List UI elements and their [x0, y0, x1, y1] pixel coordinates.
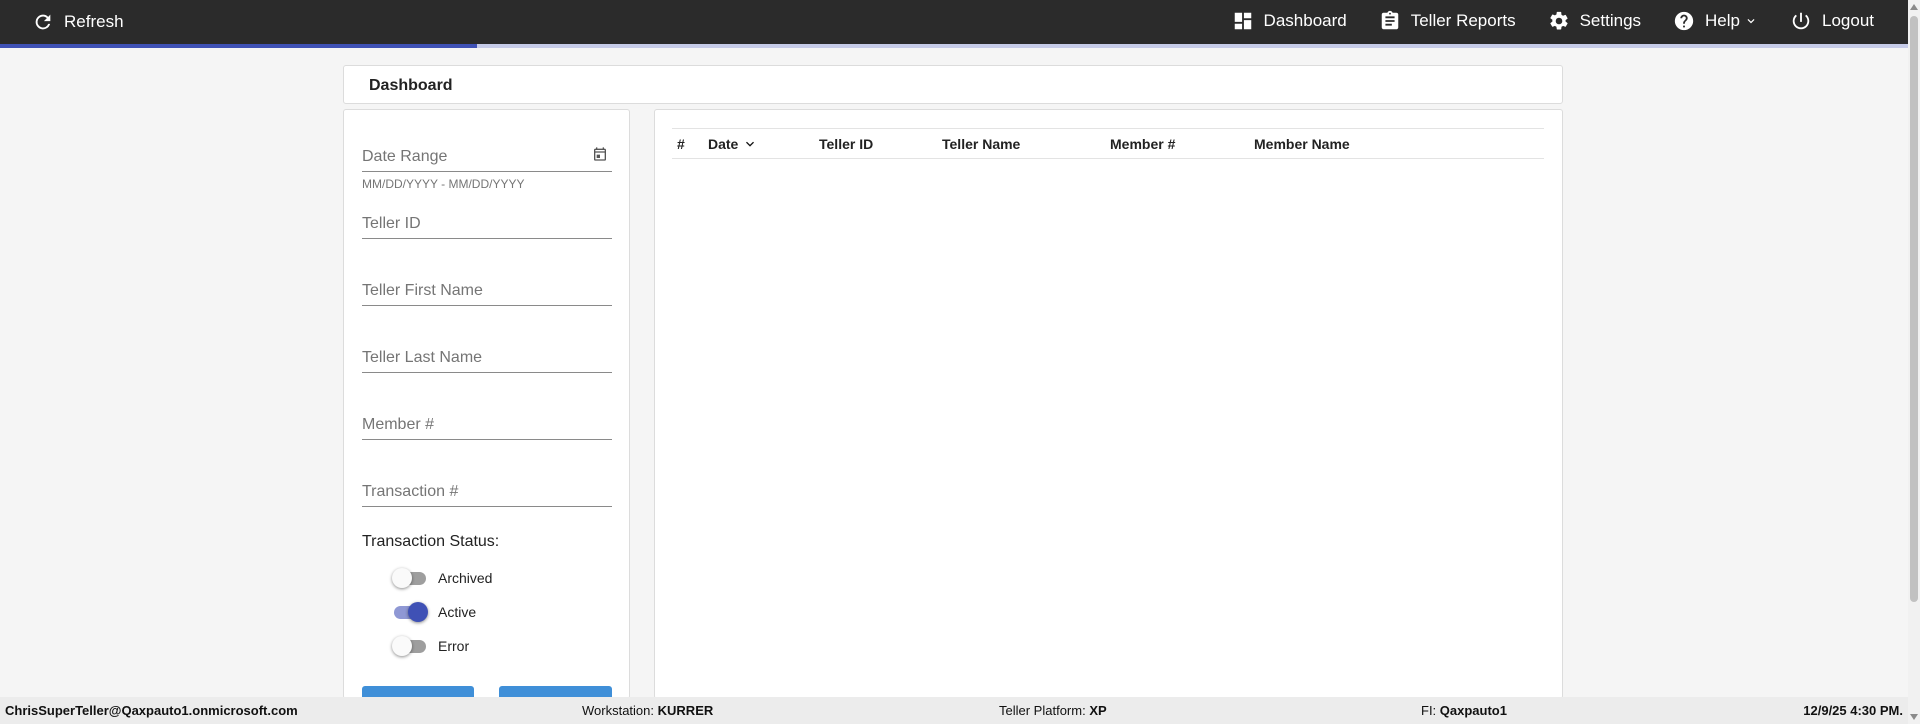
nav-teller-reports-label: Teller Reports	[1410, 11, 1516, 30]
column-member-name-label: Member Name	[1254, 136, 1350, 152]
footer-platform: Teller Platform: XP	[999, 703, 1107, 718]
page-scrollbar[interactable]	[1908, 0, 1920, 724]
status-toggle-active[interactable]: Active	[392, 602, 476, 622]
archived-switch[interactable]	[392, 568, 428, 588]
column-header-teller-id[interactable]: Teller ID	[819, 136, 873, 152]
status-toggle-archived[interactable]: Archived	[392, 568, 492, 588]
active-switch[interactable]	[392, 602, 428, 622]
member-number-label: Member #	[362, 416, 435, 433]
loading-progress-fill	[0, 44, 477, 48]
transaction-number-field[interactable]: Transaction #	[362, 479, 612, 507]
refresh-button[interactable]: Refresh	[32, 11, 124, 33]
top-navigation-bar: Refresh Dashboard Teller Reports Setting…	[0, 0, 1908, 44]
footer-user: ChrisSuperTeller@Qaxpauto1.onmicrosoft.c…	[5, 703, 298, 718]
column-header-teller-name[interactable]: Teller Name	[942, 136, 1020, 152]
dashboard-icon	[1234, 12, 1251, 30]
nav-dashboard-label: Dashboard	[1263, 11, 1347, 30]
main-nav: Dashboard Teller Reports Settings Help L…	[1232, 10, 1874, 32]
member-number-field[interactable]: Member #	[362, 412, 612, 440]
scroll-up-arrow[interactable]	[1910, 4, 1918, 10]
transaction-number-label: Transaction #	[362, 483, 459, 500]
nav-settings-label: Settings	[1579, 11, 1642, 30]
column-header-member-number[interactable]: Member #	[1110, 136, 1175, 152]
footer-workstation: Workstation: KURRER	[582, 703, 714, 718]
error-label: Error	[438, 638, 470, 654]
table-header: # Date Teller ID Teller Name Member # Me…	[672, 128, 1544, 159]
refresh-icon	[35, 14, 51, 30]
loading-progress-bar	[0, 44, 1908, 48]
archived-label: Archived	[438, 570, 493, 586]
status-toggle-error[interactable]: Error	[392, 636, 469, 656]
page-title-card: Dashboard	[343, 65, 1563, 104]
refresh-label: Refresh	[64, 12, 124, 31]
help-circle-icon	[1674, 11, 1694, 31]
chevron-down-icon	[1747, 19, 1755, 24]
status-footer: ChrisSuperTeller@Qaxpauto1.onmicrosoft.c…	[0, 697, 1908, 724]
transaction-status-label: Transaction Status:	[362, 533, 500, 550]
nav-help-label: Help	[1705, 11, 1740, 30]
nav-dashboard[interactable]: Dashboard	[1232, 10, 1347, 32]
scroll-thumb[interactable]	[1910, 16, 1918, 602]
teller-id-field[interactable]: Teller ID	[362, 211, 612, 239]
nav-teller-reports[interactable]: Teller Reports	[1379, 10, 1516, 32]
gear-icon	[1549, 11, 1568, 30]
teller-id-label: Teller ID	[362, 215, 421, 232]
active-label: Active	[438, 604, 477, 620]
date-range-label: Date Range	[362, 148, 448, 165]
filter-panel: Date Range MM/DD/YYYY - MM/DD/YYYY Telle…	[343, 109, 630, 699]
column-header-number[interactable]: #	[677, 136, 685, 152]
sort-descending-icon	[746, 141, 755, 147]
teller-last-name-field[interactable]: Teller Last Name	[362, 345, 612, 373]
column-teller-name-label: Teller Name	[942, 136, 1021, 152]
column-teller-id-label: Teller ID	[819, 136, 874, 152]
power-icon	[1792, 12, 1810, 30]
column-member-number-label: Member #	[1110, 136, 1176, 152]
teller-first-name-label: Teller First Name	[362, 282, 483, 299]
date-range-hint: MM/DD/YYYY - MM/DD/YYYY	[362, 177, 525, 191]
footer-fi: FI: Qaxpauto1	[1421, 703, 1507, 718]
column-header-date[interactable]: Date	[708, 136, 758, 152]
nav-logout-label: Logout	[1822, 11, 1874, 30]
nav-logout[interactable]: Logout	[1790, 10, 1874, 32]
nav-settings[interactable]: Settings	[1548, 10, 1641, 32]
column-number-label: #	[677, 136, 685, 152]
scroll-down-arrow[interactable]	[1910, 714, 1918, 720]
date-range-field[interactable]: Date Range	[362, 144, 612, 172]
calendar-icon[interactable]	[592, 146, 608, 167]
footer-datetime: 12/9/25 4:30 PM.	[1803, 703, 1903, 718]
page-title: Dashboard	[369, 77, 453, 94]
teller-first-name-field[interactable]: Teller First Name	[362, 278, 612, 306]
error-switch[interactable]	[392, 636, 428, 656]
nav-help[interactable]: Help	[1673, 10, 1758, 32]
column-header-member-name[interactable]: Member Name	[1254, 136, 1350, 152]
results-table-card: # Date Teller ID Teller Name Member # Me…	[654, 109, 1563, 699]
column-date-label: Date	[708, 136, 739, 152]
clipboard-icon	[1381, 10, 1398, 30]
teller-last-name-label: Teller Last Name	[362, 349, 483, 366]
